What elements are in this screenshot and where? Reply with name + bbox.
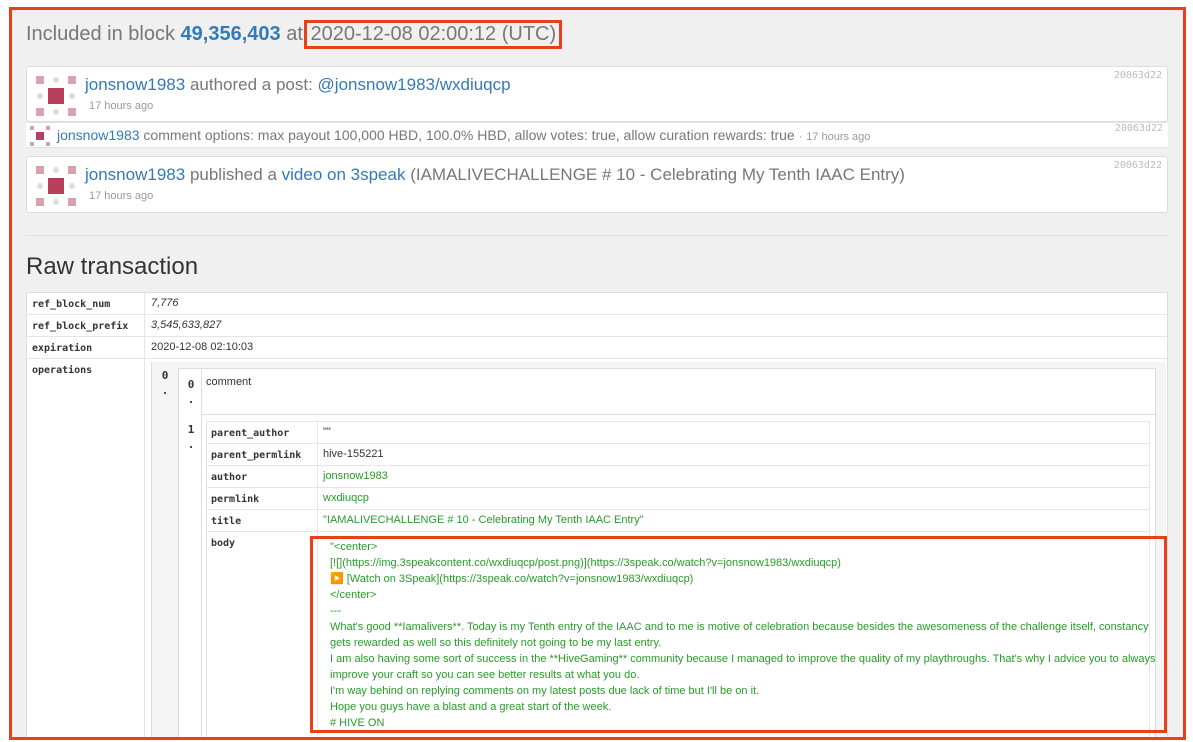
author-link[interactable]: jonsnow1983	[85, 75, 185, 94]
table-row: permlink wxdiuqcp	[207, 488, 1149, 510]
header-at: at	[286, 23, 303, 45]
block-timestamp: 2020-12-08 02:00:12 (UTC)	[304, 20, 563, 49]
block-header: Included in block 49,356,403 at 2020-12-…	[26, 20, 563, 49]
tx-hash[interactable]: 20063d22	[1115, 123, 1163, 134]
table-row: ref_block_num 7,776	[27, 293, 1167, 315]
avatar[interactable]	[36, 76, 76, 116]
op-type: comment	[206, 376, 252, 388]
header-prefix: Included in block	[26, 23, 175, 45]
operation-index: 0.	[161, 369, 169, 397]
feed-item-post: jonsnow1983 authored a post: @jonsnow198…	[26, 66, 1168, 122]
op-payload-index: 1.	[187, 423, 195, 451]
feed-text: jonsnow1983 comment options: max payout …	[57, 127, 871, 143]
tx-hash[interactable]: 20063d22	[1114, 70, 1162, 81]
time-ago: 17 hours ago	[89, 190, 154, 202]
section-title: Raw transaction	[26, 253, 199, 280]
feed-text: jonsnow1983 authored a post: @jonsnow198…	[85, 75, 511, 94]
raw-transaction-table: ref_block_num 7,776 ref_block_prefix 3,5…	[26, 292, 1168, 740]
time-ago: 17 hours ago	[806, 131, 871, 143]
table-row: parent_permlink hive-155221	[207, 444, 1149, 466]
table-row: parent_author ""	[207, 422, 1149, 444]
post-link[interactable]: @jonsnow1983/wxdiuqcp	[318, 75, 511, 94]
block-number-link[interactable]: 49,356,403	[181, 23, 281, 45]
table-row: expiration 2020-12-08 02:10:03	[27, 337, 1167, 359]
feed-item-comment-options: jonsnow1983 comment options: max payout …	[26, 122, 1168, 148]
op-type-cell: comment	[201, 369, 1157, 415]
video-link[interactable]: video on 3speak	[282, 165, 406, 184]
page-frame: Included in block 49,356,403 at 2020-12-…	[9, 7, 1186, 740]
feed-item-video: jonsnow1983 published a video on 3speak …	[26, 156, 1168, 213]
table-row: title "IAMALIVECHALLENGE # 10 - Celebrat…	[207, 510, 1149, 532]
feed-text: jonsnow1983 published a video on 3speak …	[85, 165, 905, 184]
body-value: "<center> [![](https://img.3speakcontent…	[330, 541, 1156, 740]
author-link[interactable]: jonsnow1983	[85, 165, 185, 184]
table-row: author jonsnow1983	[207, 466, 1149, 488]
table-row: ref_block_prefix 3,545,633,827	[27, 315, 1167, 337]
author-link[interactable]: jonsnow1983	[57, 127, 140, 143]
time-ago: 17 hours ago	[89, 100, 154, 112]
avatar[interactable]	[30, 126, 50, 146]
op-type-index: 0.	[187, 378, 195, 406]
divider	[26, 235, 1168, 236]
avatar[interactable]	[36, 166, 76, 206]
tx-hash[interactable]: 20063d22	[1114, 160, 1162, 171]
